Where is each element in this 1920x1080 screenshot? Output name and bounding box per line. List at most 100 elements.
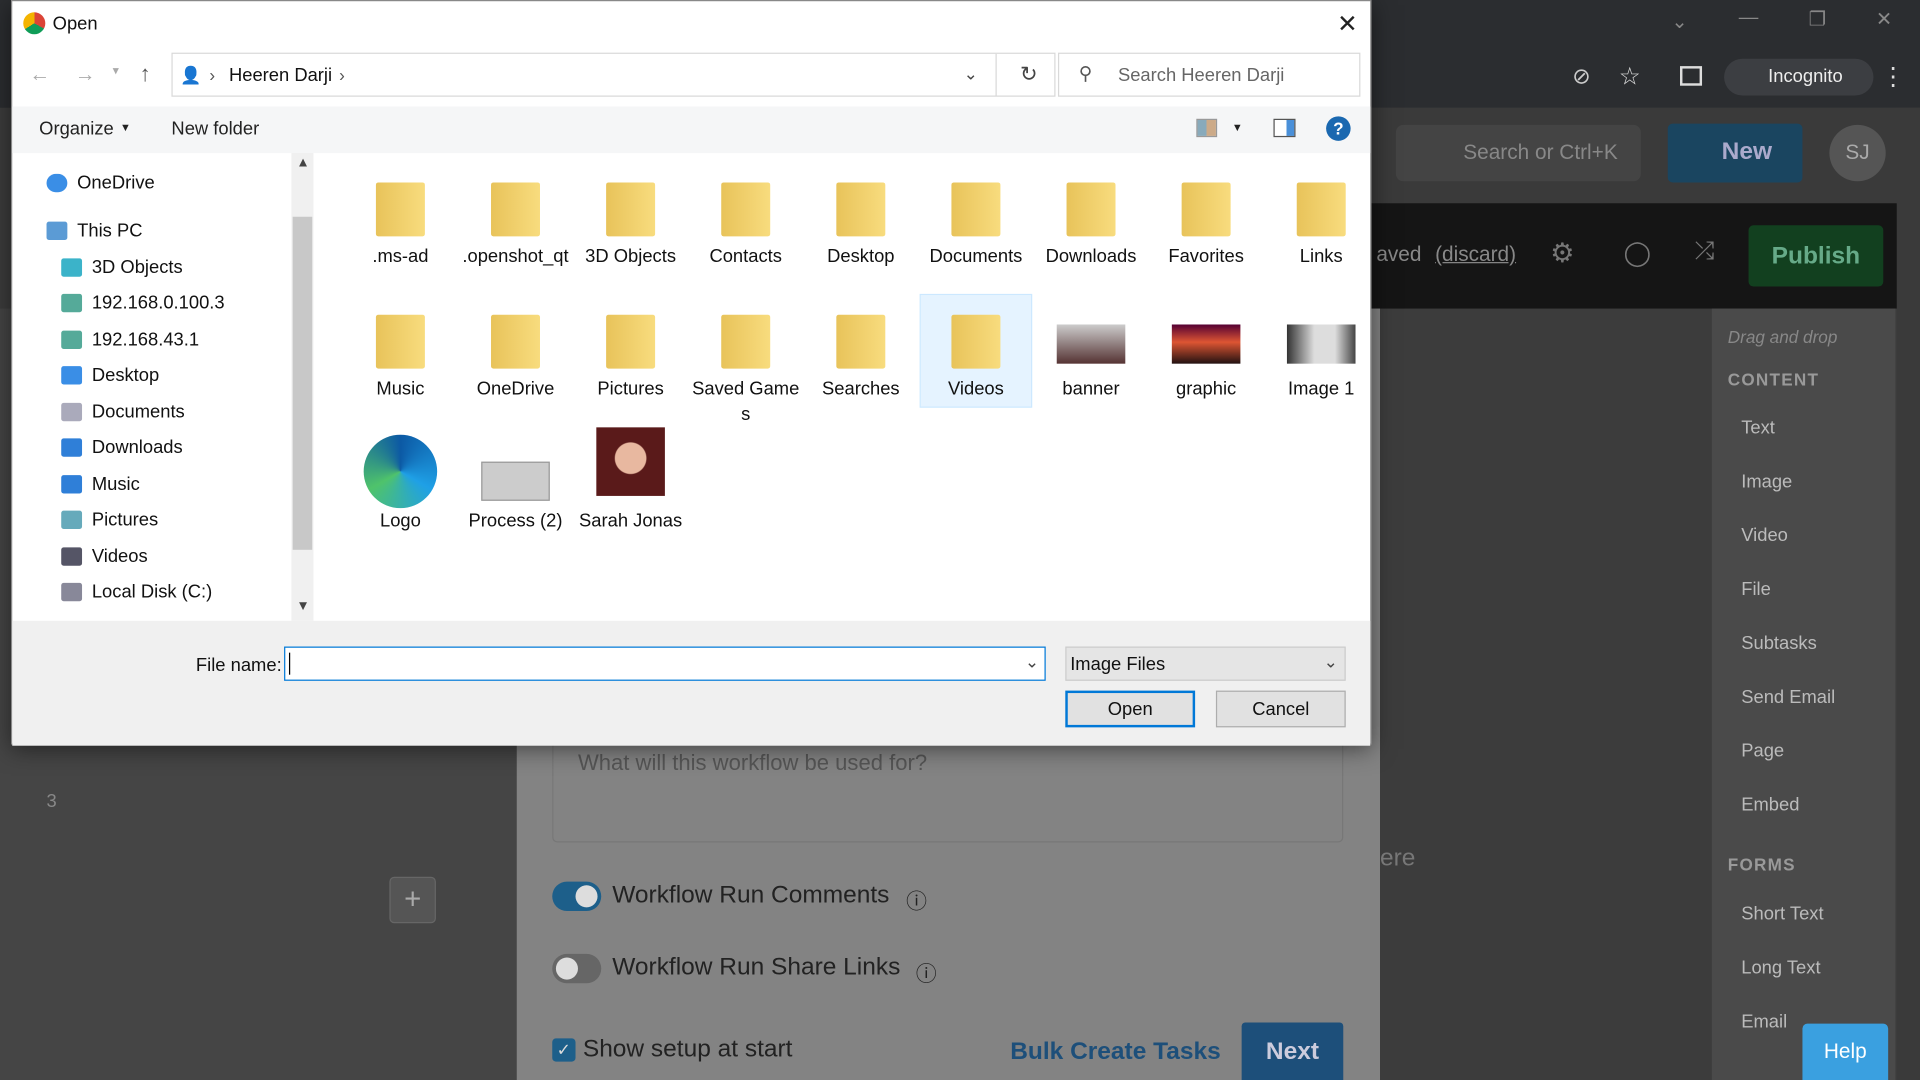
nav-item-192-168-0-100-3[interactable]: 192.168.0.100.3 [12, 285, 279, 321]
dialog-toolbar: Organize ▼ New folder ▼ ? [12, 106, 1371, 154]
menu-icon[interactable]: ⋮ [1881, 61, 1905, 92]
file-item[interactable]: Saved Games [691, 295, 801, 427]
new-folder-button[interactable]: New folder [171, 119, 259, 140]
minimize-icon[interactable]: — [1739, 7, 1759, 29]
nav-scrollbar[interactable]: ▲ ▼ [291, 153, 314, 621]
address-bar[interactable]: 👤 › Heeren Darji › ⌄ ↻ [171, 52, 1056, 97]
nav-item-192-168-43-1[interactable]: 192.168.43.1 [12, 322, 279, 358]
file-item[interactable]: OneDrive [460, 295, 570, 402]
incognito-badge[interactable]: Incognito [1724, 58, 1874, 96]
nav-item-onedrive[interactable]: OneDrive [12, 165, 279, 201]
add-step-button[interactable]: + [389, 876, 436, 924]
chevron-right-icon: › [209, 64, 216, 85]
info-icon[interactable]: ⓘ [906, 884, 927, 915]
forward-icon[interactable]: → [75, 62, 96, 86]
navigation-pane: OneDrive This PC 3D Objects 192.168.0.100.3… [12, 153, 294, 621]
window-close-icon[interactable]: ✕ [1876, 7, 1892, 31]
app-search-input[interactable]: Search or Ctrl+K [1395, 124, 1641, 182]
folder-icon [827, 175, 896, 244]
file-item[interactable]: Searches [806, 295, 916, 402]
file-item[interactable]: Pictures [576, 295, 686, 402]
up-icon[interactable]: ↑ [140, 61, 151, 87]
bulk-create-button[interactable]: Bulk Create Tasks [1010, 1038, 1221, 1066]
chevron-right-icon[interactable]: › [339, 65, 345, 85]
file-item[interactable]: graphic [1151, 295, 1261, 402]
info-icon[interactable]: ⓘ [916, 956, 937, 987]
nav-item-3d-objects[interactable]: 3D Objects [12, 250, 279, 286]
close-icon[interactable]: ✕ [1337, 9, 1358, 40]
nav-item-downloads[interactable]: Downloads [12, 430, 279, 466]
settings-icon[interactable]: ⚙ [1550, 238, 1574, 270]
preview-pane-icon[interactable] [1273, 118, 1296, 138]
discard-link[interactable]: (discard) [1435, 242, 1516, 266]
file-item[interactable]: Music [345, 295, 455, 402]
next-button[interactable]: Next [1241, 1022, 1344, 1080]
sidepanel-icon[interactable] [1680, 66, 1703, 86]
shuffle-icon[interactable]: ⤮ [1695, 238, 1715, 266]
show-setup-checkbox[interactable]: ✓ [552, 1038, 576, 1062]
nav-item-pictures[interactable]: Pictures [12, 502, 279, 538]
file-item[interactable]: Documents [921, 163, 1031, 270]
tab-search-icon[interactable]: ⌄ [1671, 10, 1687, 34]
file-item[interactable]: banner [1036, 295, 1146, 402]
file-item[interactable]: Favorites [1151, 163, 1261, 270]
publish-button[interactable]: Publish [1748, 225, 1884, 287]
file-item[interactable]: Contacts [691, 163, 801, 270]
help-button[interactable]: Help [1802, 1023, 1889, 1080]
file-type-select[interactable]: Image Files ⌄ [1065, 646, 1346, 681]
comments-toggle[interactable] [552, 881, 602, 912]
view-options-icon[interactable] [1196, 118, 1218, 138]
organize-menu[interactable]: Organize [39, 119, 114, 140]
open-button[interactable]: Open [1065, 690, 1196, 728]
nav-item-local-disk-c-[interactable]: Local Disk (C:) [12, 574, 279, 610]
share-links-toggle[interactable] [552, 953, 602, 984]
file-item[interactable]: Sarah Jonas [576, 427, 686, 534]
widget-email[interactable]: Email [1741, 1011, 1787, 1032]
widget-text[interactable]: Text [1741, 418, 1775, 439]
file-item[interactable]: Desktop [806, 163, 916, 270]
comment-icon[interactable]: ◯ [1624, 238, 1651, 269]
widget-subtasks[interactable]: Subtasks [1741, 633, 1817, 654]
back-icon[interactable]: ← [29, 62, 50, 86]
chevron-down-icon[interactable]: ⌄ [964, 64, 978, 85]
file-item[interactable]: Downloads [1036, 163, 1146, 270]
file-item[interactable]: Logo [345, 427, 455, 534]
folder-icon [711, 307, 780, 376]
file-item[interactable]: .ms-ad [345, 163, 455, 270]
widget-send-email[interactable]: Send Email [1741, 687, 1835, 708]
breadcrumb-item[interactable]: Heeren Darji [229, 65, 332, 86]
refresh-icon[interactable]: ↻ [1020, 62, 1037, 86]
new-button[interactable]: New [1667, 123, 1803, 183]
file-item[interactable]: .openshot_qt [460, 163, 570, 270]
chevron-down-icon[interactable]: ⌄ [1025, 651, 1039, 672]
eye-off-icon[interactable]: ⊘ [1572, 64, 1590, 90]
file-item[interactable]: Process (2) [460, 427, 570, 534]
page-scrollbar[interactable] [1896, 107, 1920, 1080]
widget-image[interactable]: Image [1741, 471, 1792, 492]
dropdown-icon[interactable]: ▼ [1232, 121, 1243, 133]
cancel-button[interactable]: Cancel [1215, 690, 1346, 728]
file-item[interactable]: Videos [919, 293, 1033, 408]
widget-page[interactable]: Page [1741, 741, 1784, 762]
nav-item-desktop[interactable]: Desktop [12, 358, 279, 394]
nav-item-documents[interactable]: Documents [12, 394, 279, 430]
file-item[interactable]: Links [1266, 163, 1376, 270]
nav-item-music[interactable]: Music [12, 467, 279, 503]
help-icon[interactable]: ? [1326, 116, 1351, 141]
widget-embed[interactable]: Embed [1741, 795, 1799, 816]
nav-item-this-pc[interactable]: This PC [12, 213, 279, 249]
nav-item-videos[interactable]: Videos [12, 539, 279, 575]
widget-video[interactable]: Video [1741, 525, 1788, 546]
star-icon[interactable]: ☆ [1619, 61, 1641, 92]
search-input[interactable]: ⚲ Search Heeren Darji [1057, 52, 1361, 97]
avatar[interactable]: SJ [1829, 124, 1886, 182]
file-item[interactable]: Image 1 [1266, 295, 1376, 402]
restore-icon[interactable]: ❐ [1809, 7, 1827, 31]
file-item[interactable]: 3D Objects [576, 163, 686, 270]
widget-long-text[interactable]: Long Text [1741, 958, 1820, 979]
description-textarea[interactable]: What will this workflow be used for? [552, 732, 1344, 843]
widget-short-text[interactable]: Short Text [1741, 904, 1823, 925]
file-name-input[interactable]: ⌄ [284, 646, 1046, 681]
widget-file[interactable]: File [1741, 579, 1771, 600]
recent-chevron-icon[interactable]: ▾ [113, 65, 119, 78]
